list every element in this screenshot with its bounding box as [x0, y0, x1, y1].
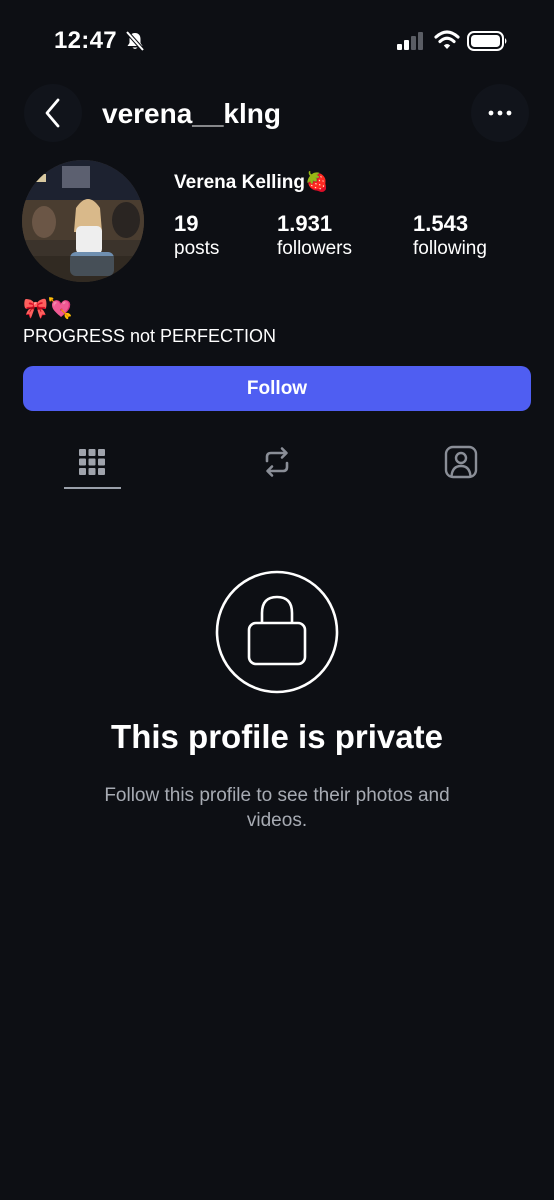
followers-label: followers [277, 238, 352, 259]
more-horizontal-icon [488, 110, 512, 116]
chevron-left-icon [45, 98, 60, 128]
tab-reposts[interactable] [247, 440, 307, 484]
posts-stat[interactable]: 19 posts [174, 211, 219, 261]
avatar-photo [22, 160, 144, 282]
signal-icon [397, 32, 423, 50]
private-profile-title: This profile is private [111, 718, 443, 755]
display-name: Verena Kelling🍓 [174, 172, 329, 193]
posts-label: posts [174, 238, 220, 259]
follow-button[interactable]: Follow [23, 366, 531, 411]
followers-stat[interactable]: 1.931 followers [277, 211, 352, 261]
following-count: 1.543 [413, 211, 469, 236]
private-profile-subtitle: Follow this profile to see their photos … [104, 785, 450, 831]
battery-icon [467, 31, 507, 51]
back-button[interactable] [24, 84, 82, 142]
more-options-button[interactable] [471, 84, 529, 142]
avatar[interactable] [22, 160, 144, 282]
followers-count: 1.931 [277, 211, 333, 236]
bell-muted-icon [125, 30, 145, 52]
following-label: following [413, 238, 487, 259]
status-time: 12:47 [54, 27, 117, 54]
grid-icon [79, 449, 105, 475]
tab-tagged[interactable] [431, 440, 491, 484]
repost-icon [265, 447, 289, 477]
posts-count: 19 [174, 211, 199, 236]
bio-emoji: 🎀💘 [23, 298, 73, 320]
lock-icon [215, 570, 339, 694]
tagged-person-icon [444, 445, 478, 479]
selected-tab-indicator [64, 487, 121, 489]
profile-username: verena__klng [102, 98, 281, 129]
status-bar: 12:47 [0, 0, 554, 84]
wifi-icon [434, 30, 460, 49]
tab-posts-grid[interactable] [62, 440, 122, 484]
following-stat[interactable]: 1.543 following [413, 211, 487, 261]
nav-bar: verena__klng [0, 84, 554, 146]
bio-text: PROGRESS not PERFECTION [23, 326, 277, 346]
